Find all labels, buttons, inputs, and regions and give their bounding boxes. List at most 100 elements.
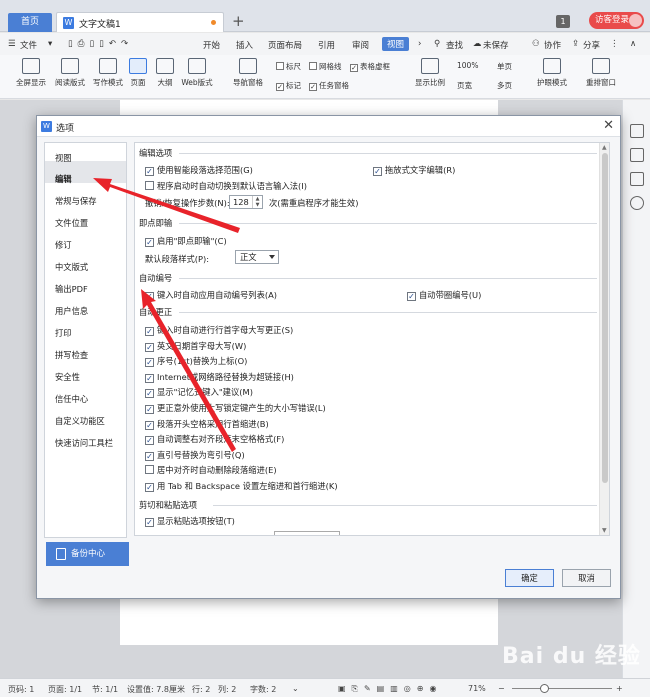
- more-menu-icon[interactable]: ⋮: [610, 39, 619, 49]
- collapse-ribbon-icon[interactable]: ∧: [630, 39, 636, 49]
- nav-item-chinese-layout[interactable]: 中文版式: [55, 261, 88, 273]
- menu-start[interactable]: 开始: [203, 39, 220, 51]
- autocorrect-checkbox[interactable]: ✓ 显示"记忆式键入"建议(M): [145, 386, 253, 399]
- close-icon[interactable]: ✕: [603, 118, 614, 133]
- nav-item-user-info[interactable]: 用户信息: [55, 305, 88, 317]
- menu-reference[interactable]: 引用: [318, 39, 335, 51]
- partial-dropdown[interactable]: [274, 531, 340, 535]
- window-count-badge[interactable]: 1: [556, 15, 570, 28]
- eye-care-button[interactable]: 护眼模式: [533, 58, 571, 88]
- nav-item-trust-center[interactable]: 信任中心: [55, 393, 88, 405]
- nav-item-custom-ribbon[interactable]: 自定义功能区: [55, 415, 105, 427]
- autocorrect-checkbox[interactable]: ✓ 英文日期首字母大写(W): [145, 340, 246, 352]
- menu-page-layout[interactable]: 页面布局: [268, 39, 302, 51]
- fullscreen-button[interactable]: 全屏显示: [14, 58, 48, 88]
- menu-share[interactable]: 分享: [583, 39, 600, 51]
- single-page-button[interactable]: 单页: [497, 61, 512, 72]
- checkbox-box[interactable]: [145, 465, 154, 475]
- autocorrect-checkbox[interactable]: ✓ 自动调整右对齐段落末空格格式(F): [145, 433, 284, 446]
- autocorrect-checkbox[interactable]: ✓ 更正意外使用大写锁定键产生的大小写错误(L): [145, 402, 326, 414]
- page-layout-button[interactable]: 页面: [125, 58, 151, 88]
- home-tab[interactable]: 首页: [8, 13, 52, 32]
- nav-item-security[interactable]: 安全性: [55, 371, 80, 383]
- zoom-out-icon[interactable]: −: [498, 684, 505, 693]
- zoom-100-button[interactable]: 100%: [457, 61, 478, 70]
- checkbox-box[interactable]: ✓: [145, 327, 154, 336]
- nav-item-edit[interactable]: 编辑: [55, 173, 72, 185]
- autocorrect-checkbox[interactable]: ✓ Internet或网络路径替换为超链接(H): [145, 371, 294, 383]
- click-type-checkbox[interactable]: ✓ 启用"即点即输"(C): [145, 235, 227, 247]
- menu-view[interactable]: 视图: [382, 37, 410, 51]
- content-scrollbar[interactable]: ▲ ▼: [599, 143, 609, 535]
- menu-file[interactable]: 文件: [20, 39, 37, 51]
- zoom-in-icon[interactable]: +: [616, 684, 623, 693]
- autocorrect-checkbox[interactable]: 居中对齐时自动删除段落缩进(E): [145, 464, 277, 476]
- paragraph-style-select[interactable]: 正文: [235, 250, 279, 264]
- checkbox-box[interactable]: ✓: [145, 405, 154, 414]
- more-arrow-icon[interactable]: ›: [418, 39, 421, 49]
- page-width-button[interactable]: 页宽: [457, 80, 472, 91]
- menu-find[interactable]: 查找: [446, 39, 463, 51]
- menu-unsaved[interactable]: 未保存: [483, 39, 509, 51]
- stepper-arrows-icon[interactable]: ▲ ▼: [252, 196, 262, 208]
- cursor-icon[interactable]: [630, 148, 644, 162]
- gridline-checkbox[interactable]: 网格线: [309, 61, 342, 72]
- document-tab[interactable]: W 文字文稿1: [56, 12, 224, 32]
- zoom-slider[interactable]: [512, 688, 612, 689]
- checkbox-box[interactable]: ✓: [145, 420, 154, 430]
- nav-item-general-save[interactable]: 常规与保存: [55, 195, 97, 207]
- nav-item-quick-access[interactable]: 快速访问工具栏: [55, 437, 113, 449]
- menu-insert[interactable]: 插入: [236, 39, 253, 51]
- quick-access-icons[interactable]: ▯⎙▯▯↶↷: [68, 39, 133, 49]
- status-words[interactable]: 字数: 2: [250, 684, 276, 695]
- zoom-slider-handle[interactable]: [540, 684, 549, 693]
- autocorrect-checkbox[interactable]: ✓ 直引号替换为弯引号(Q): [145, 449, 245, 461]
- scroll-thumb[interactable]: [602, 153, 608, 483]
- undo-steps-stepper[interactable]: 128 ▲ ▼: [229, 195, 263, 209]
- nav-item-revision[interactable]: 修订: [55, 239, 72, 251]
- multi-page-button[interactable]: 多页: [497, 80, 512, 91]
- reading-layout-button[interactable]: 阅读版式: [53, 58, 87, 88]
- task-pane-checkbox[interactable]: ✓ 任务窗格: [309, 80, 349, 91]
- checkbox-box[interactable]: ✓: [145, 358, 154, 368]
- menu-collab[interactable]: 协作: [544, 39, 561, 51]
- menu-review[interactable]: 审阅: [352, 39, 369, 51]
- autocorrect-checkbox[interactable]: ✓ 键入时自动进行行首字母大写更正(S): [145, 324, 293, 336]
- status-expand-icon[interactable]: ⌄: [292, 684, 299, 693]
- cancel-button[interactable]: 取消: [562, 569, 611, 587]
- nav-item-file-location[interactable]: 文件位置: [55, 217, 88, 229]
- checkbox-box[interactable]: ✓: [145, 389, 154, 399]
- guest-login-button[interactable]: 访客登录: [589, 12, 644, 29]
- writing-mode-button[interactable]: 写作模式: [91, 58, 125, 88]
- web-layout-button[interactable]: Web版式: [180, 58, 214, 88]
- paste-button-checkbox[interactable]: ✓ 显示粘贴选项按钮(T): [145, 515, 235, 527]
- table-frame-checkbox[interactable]: ✓ 表格虚框: [350, 61, 390, 72]
- view-mode-icons[interactable]: ▣⎘✎▤▥◎⊕◉: [338, 684, 442, 694]
- search-icon[interactable]: ⚲: [434, 39, 440, 49]
- auto-bullet-checkbox[interactable]: ✓ 自动带圈编号(U): [407, 289, 481, 301]
- status-zoom[interactable]: 71%: [468, 684, 486, 693]
- backup-center-button[interactable]: 备份中心: [46, 542, 129, 566]
- chevron-down-icon[interactable]: ▾: [48, 39, 52, 49]
- nav-item-view[interactable]: 视图: [55, 152, 72, 164]
- nav-pane-button[interactable]: 导航窗格: [230, 58, 266, 88]
- autocorrect-checkbox[interactable]: ✓ 用 Tab 和 Backspace 设置左缩进和首行缩进(K): [145, 480, 338, 492]
- help-icon[interactable]: [630, 196, 644, 210]
- zoom-button[interactable]: 显示比例: [412, 58, 448, 88]
- checkbox-box[interactable]: ✓: [145, 436, 154, 446]
- autocorrect-checkbox[interactable]: ✓ 序号(1st)替换为上标(O): [145, 355, 247, 368]
- smart-select-checkbox[interactable]: ✓ 使用智能段落选择范围(G): [145, 164, 253, 176]
- nav-item-spell-check[interactable]: 拼写检查: [55, 349, 88, 361]
- checkbox-box[interactable]: ✓: [145, 451, 154, 461]
- ok-button[interactable]: 确定: [505, 569, 554, 587]
- checkbox-box[interactable]: ✓: [145, 342, 154, 352]
- drag-drop-checkbox[interactable]: ✓ 拖放式文字编辑(R): [373, 164, 455, 176]
- nav-item-print[interactable]: 打印: [55, 327, 72, 339]
- settings-slider-icon[interactable]: [630, 172, 644, 186]
- checkbox-box[interactable]: ✓: [145, 483, 154, 492]
- scroll-down-icon[interactable]: ▼: [602, 527, 607, 534]
- autocorrect-checkbox[interactable]: ✓ 段落开头空格采用行首缩进(B): [145, 418, 269, 430]
- rearrange-window-button[interactable]: 重排窗口: [582, 58, 620, 88]
- auto-list-checkbox[interactable]: ✓ 键入时自动应用自动编号列表(A): [145, 289, 277, 301]
- ruler-checkbox[interactable]: 标尺: [276, 61, 301, 72]
